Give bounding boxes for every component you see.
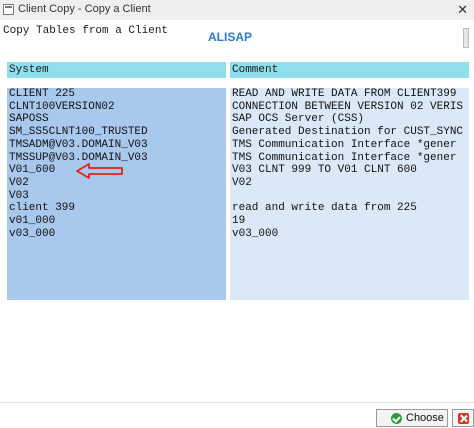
table-row[interactable]: SM_SS5CLNT100_TRUSTED Generated Destinati…: [7, 126, 469, 139]
title-bar: Client Copy - Copy a Client ✕: [0, 0, 474, 21]
check-icon: [391, 413, 402, 424]
red-arrow-annotation: [76, 163, 123, 179]
dialog-subtitle: Copy Tables from a Client: [3, 25, 169, 37]
window-icon: [3, 4, 14, 15]
comment-cell[interactable]: read and write data from 225: [230, 202, 469, 215]
table-header: System Comment: [7, 62, 469, 78]
table-row[interactable]: client 399 read and write data from 225: [7, 202, 469, 215]
window-title: Client Copy - Copy a Client: [18, 3, 151, 15]
cancel-icon: [458, 413, 469, 424]
table-row[interactable]: V03: [7, 189, 469, 203]
table-row[interactable]: TMSADM@V03.DOMAIN_V03 TMS Communication I…: [7, 138, 469, 152]
comment-cell[interactable]: v03_000: [230, 227, 469, 241]
system-cell[interactable]: client 399: [7, 202, 226, 215]
table-body: CLIENT 225 READ AND WRITE DATA FROM CLIEN…: [7, 88, 469, 300]
table-row[interactable]: v01_000 19: [7, 215, 469, 228]
system-cell[interactable]: V03: [7, 189, 226, 203]
comment-cell[interactable]: 19: [230, 215, 469, 228]
choose-button[interactable]: Choose: [376, 409, 448, 427]
table-row[interactable]: CLIENT 225 READ AND WRITE DATA FROM CLIEN…: [7, 88, 469, 101]
comment-cell[interactable]: V03 CLNT 999 TO V01 CLNT 600: [230, 164, 469, 177]
scrollbar[interactable]: [463, 28, 469, 48]
table-row[interactable]: v03_000 v03_000: [7, 227, 469, 241]
system-cell[interactable]: SM_SS5CLNT100_TRUSTED: [7, 126, 226, 139]
system-cell[interactable]: v03_000: [7, 227, 226, 241]
comment-cell[interactable]: SAP OCS Server (CSS): [230, 113, 469, 127]
column-header-comment[interactable]: Comment: [230, 62, 469, 78]
comment-cell[interactable]: Generated Destination for CUST_SYNC: [230, 126, 469, 139]
comment-cell[interactable]: CONNECTION BETWEEN VERSION 02 VERIS: [230, 100, 469, 114]
watermark-logo: ALISAP: [208, 30, 253, 44]
comment-cell[interactable]: READ AND WRITE DATA FROM CLIENT399: [230, 88, 469, 101]
choose-label: Choose: [406, 412, 444, 424]
comment-cell[interactable]: V02: [230, 176, 469, 190]
column-header-system[interactable]: System: [7, 62, 226, 78]
table-row[interactable]: SAPOSS SAP OCS Server (CSS): [7, 113, 469, 127]
cancel-button[interactable]: [452, 409, 474, 427]
comment-cell[interactable]: TMS Communication Interface *gener: [230, 138, 469, 152]
system-cell[interactable]: SAPOSS: [7, 113, 226, 127]
system-cell[interactable]: v01_000: [7, 215, 226, 228]
comment-cell[interactable]: TMS Communication Interface *gener: [230, 151, 469, 165]
comment-cell[interactable]: [230, 189, 469, 203]
system-cell[interactable]: CLNT100VERSION02: [7, 100, 226, 114]
system-cell[interactable]: TMSADM@V03.DOMAIN_V03: [7, 138, 226, 152]
system-cell[interactable]: CLIENT 225: [7, 88, 226, 101]
close-icon[interactable]: ✕: [457, 2, 468, 18]
table-row[interactable]: CLNT100VERSION02 CONNECTION BETWEEN VERSI…: [7, 100, 469, 114]
